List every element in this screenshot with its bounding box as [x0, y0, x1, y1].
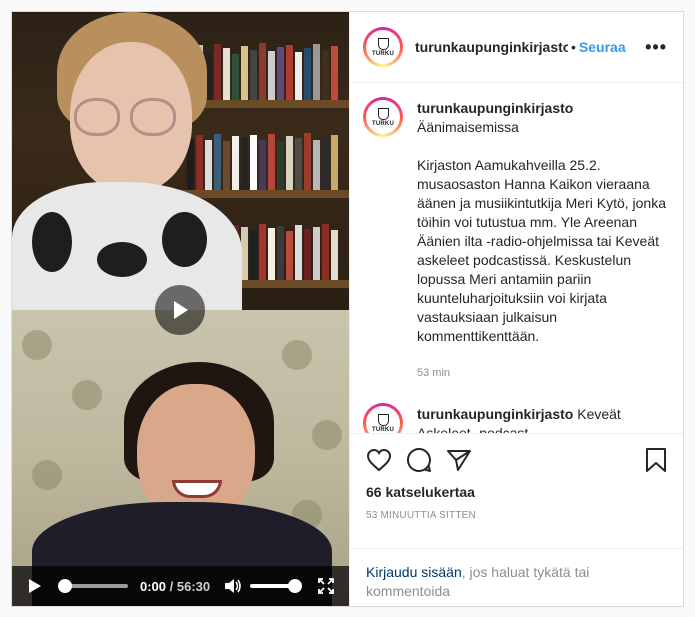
logo-icon: TURKU — [366, 406, 400, 433]
share-icon[interactable] — [446, 448, 472, 475]
comments-list[interactable]: TURKU turunkaupunginkirjasto Äänimaisemi… — [350, 83, 683, 433]
volume-slider[interactable] — [250, 579, 303, 593]
avatar[interactable]: TURKU — [363, 27, 403, 67]
play-button[interactable] — [28, 578, 42, 594]
heart-icon[interactable] — [366, 448, 392, 475]
caption: TURKU turunkaupunginkirjasto Äänimaisemi… — [363, 97, 667, 383]
progress-knob[interactable] — [58, 579, 72, 593]
caption-time: 53 min — [417, 367, 451, 379]
duration: 56:30 — [176, 578, 211, 594]
avatar[interactable]: TURKU — [363, 403, 403, 433]
post-sidebar: TURKU turunkaupunginkirjasto • Seuraa ••… — [349, 12, 683, 606]
time-display: 0:00 / 56:30 — [140, 579, 210, 594]
fullscreen-button[interactable] — [318, 578, 335, 594]
video-frame-top — [12, 12, 349, 310]
follow-button[interactable]: Seuraa — [579, 39, 626, 55]
caption-text: Kirjaston Aamukahveilla 25.2. musaosasto… — [417, 157, 667, 344]
post-header: TURKU turunkaupunginkirjasto • Seuraa ••… — [350, 12, 683, 83]
play-icon — [174, 301, 188, 319]
caption-title: Äänimaisemissa — [417, 119, 519, 135]
more-icon[interactable]: ••• — [645, 37, 667, 58]
action-bar: 66 katselukertaa 53 MINUUTTIA SITTEN — [350, 433, 683, 548]
volume-knob[interactable] — [288, 579, 303, 593]
progress-slider[interactable] — [58, 579, 128, 593]
view-count[interactable]: 66 katselukertaa — [366, 484, 667, 500]
comment-username[interactable]: turunkaupunginkirjasto — [417, 406, 573, 422]
bookmark-icon[interactable] — [645, 447, 667, 476]
video-player[interactable]: 0:00 / 56:30 — [12, 12, 349, 606]
play-overlay-button[interactable] — [155, 285, 205, 335]
login-link[interactable]: Kirjaudu sisään — [366, 564, 462, 580]
separator-dot: • — [571, 39, 576, 55]
comment-icon[interactable] — [406, 447, 432, 476]
play-icon — [29, 579, 41, 593]
login-prompt: Kirjaudu sisään, jos haluat tykätä tai k… — [350, 548, 683, 606]
comment-item: TURKU turunkaupunginkirjasto Keveät Aske… — [363, 403, 667, 433]
logo-icon: TURKU — [366, 30, 400, 64]
avatar[interactable]: TURKU — [363, 97, 403, 137]
instagram-post: 0:00 / 56:30 TURKU turunkaupunginkirjast… — [11, 11, 684, 607]
time-separator: / — [166, 578, 177, 594]
username-link[interactable]: turunkaupunginkirjasto — [415, 39, 568, 55]
logo-icon: TURKU — [366, 100, 400, 134]
post-timestamp: 53 MINUUTTIA SITTEN — [366, 510, 476, 521]
current-time: 0:00 — [140, 578, 167, 594]
caption-username[interactable]: turunkaupunginkirjasto — [417, 100, 573, 116]
volume-icon — [225, 579, 241, 593]
volume-button[interactable] — [224, 578, 242, 594]
video-controls: 0:00 / 56:30 — [12, 566, 349, 606]
fullscreen-icon — [318, 578, 335, 594]
